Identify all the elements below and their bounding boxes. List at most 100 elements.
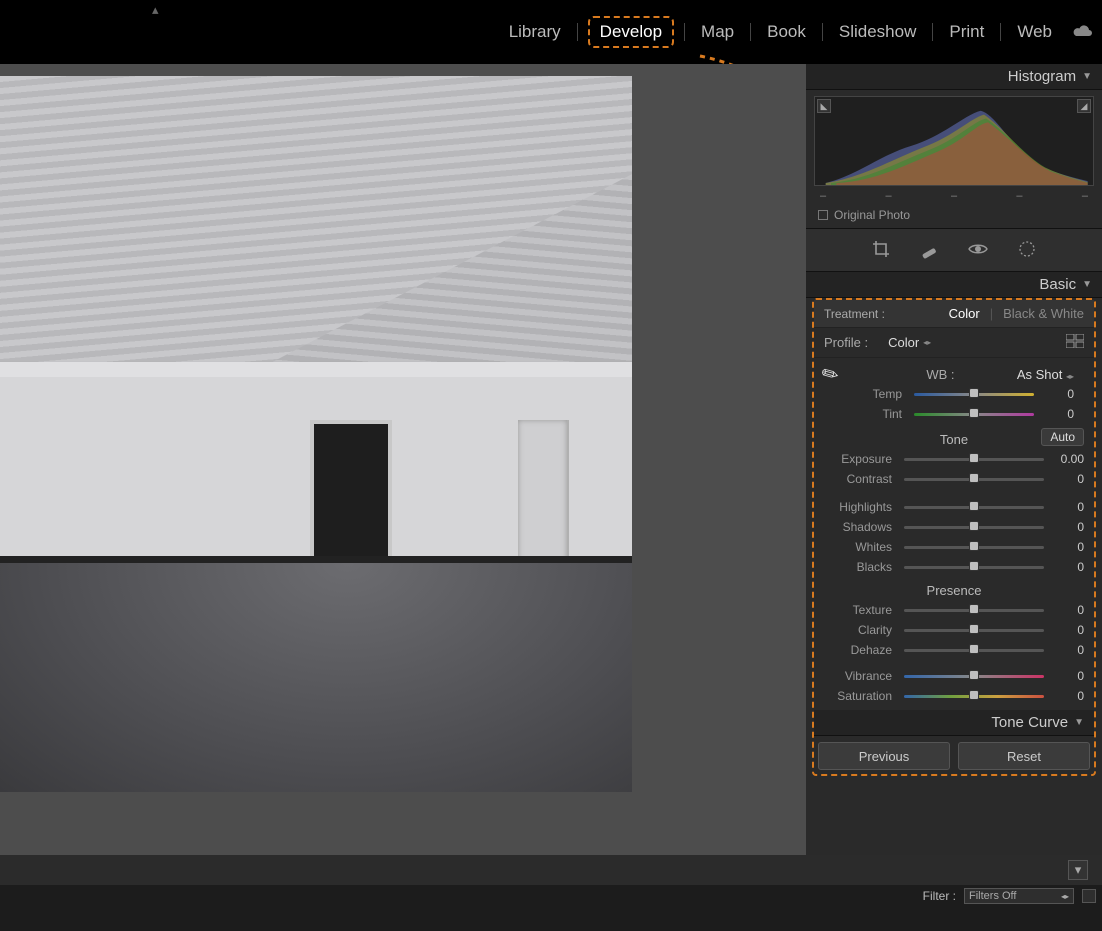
nav-sep	[932, 23, 933, 41]
whites-label: Whites	[824, 540, 898, 554]
blacks-value[interactable]: 0	[1050, 560, 1084, 574]
nav-sep	[822, 23, 823, 41]
wb-select[interactable]: As Shot ◂▸	[1017, 367, 1074, 382]
exposure-value[interactable]: 0.00	[1050, 452, 1084, 466]
contrast-label: Contrast	[824, 472, 898, 486]
blacks-slider[interactable]	[904, 560, 1044, 574]
dehaze-value[interactable]: 0	[1050, 643, 1084, 657]
spot-removal-icon[interactable]	[919, 239, 939, 262]
whites-value[interactable]: 0	[1050, 540, 1084, 554]
crop-tool-icon[interactable]	[871, 239, 891, 262]
tone-header: Tone Auto	[814, 426, 1094, 449]
nav-map[interactable]: Map	[695, 16, 740, 48]
clarity-value[interactable]: 0	[1050, 623, 1084, 637]
basic-panel: Treatment : Color | Black & White Profil…	[812, 298, 1096, 776]
shadow-clip-icon[interactable]: ◣	[817, 99, 831, 113]
filmstrip-footer: ▾ Filter : Filters Off◂▸	[0, 855, 1102, 931]
tonecurve-header[interactable]: Tone Curve ▼	[814, 710, 1094, 736]
top-nav: ▴ Library Develop Map Book Slideshow Pri…	[0, 0, 1102, 64]
dehaze-slider[interactable]	[904, 643, 1044, 657]
treatment-color[interactable]: Color	[949, 306, 980, 321]
filter-label: Filter :	[923, 889, 956, 903]
vibrance-label: Vibrance	[824, 669, 898, 683]
nav-web[interactable]: Web	[1011, 16, 1058, 48]
shadows-label: Shadows	[824, 520, 898, 534]
highlights-slider[interactable]	[904, 500, 1044, 514]
profile-browser-icon[interactable]	[1066, 334, 1084, 351]
contrast-slider[interactable]	[904, 472, 1044, 486]
cloud-sync-icon[interactable]	[1072, 23, 1094, 42]
disclosure-icon: ▼	[1074, 717, 1084, 728]
preview-image	[0, 76, 632, 792]
histogram-display[interactable]: ◣ ◢	[814, 96, 1094, 186]
histogram-header[interactable]: Histogram ▼	[806, 64, 1102, 90]
highlight-clip-icon[interactable]: ◢	[1077, 99, 1091, 113]
clarity-slider[interactable]	[904, 623, 1044, 637]
tonecurve-title: Tone Curve	[991, 714, 1068, 731]
filter-lock-icon[interactable]	[1082, 889, 1096, 903]
filter-select[interactable]: Filters Off◂▸	[964, 888, 1074, 904]
profile-select[interactable]: Color◂▸	[888, 335, 931, 350]
treatment-bw[interactable]: Black & White	[1003, 306, 1084, 321]
whites-slider[interactable]	[904, 540, 1044, 554]
histogram-ticks: –– –– –	[820, 190, 1088, 202]
wb-label: WB :	[864, 367, 1017, 382]
exposure-slider[interactable]	[904, 452, 1044, 466]
nav-print[interactable]: Print	[943, 16, 990, 48]
treatment-row: Treatment : Color | Black & White	[814, 300, 1094, 328]
auto-button[interactable]: Auto	[1041, 428, 1084, 446]
tint-slider[interactable]	[914, 407, 1034, 421]
texture-value[interactable]: 0	[1050, 603, 1084, 617]
image-viewer[interactable]	[0, 64, 806, 855]
basic-header[interactable]: Basic ▼	[806, 272, 1102, 298]
saturation-label: Saturation	[824, 689, 898, 703]
vibrance-value[interactable]: 0	[1050, 669, 1084, 683]
highlights-value[interactable]: 0	[1050, 500, 1084, 514]
highlights-label: Highlights	[824, 500, 898, 514]
exposure-label: Exposure	[824, 452, 898, 466]
nav-sep	[1000, 23, 1001, 41]
dehaze-label: Dehaze	[824, 643, 898, 657]
wb-block: ✎ WB : As Shot ◂▸ Temp 0 Tint 0	[814, 358, 1094, 426]
main-area: Histogram ▼ ◣ ◢ –– –– – Original Photo	[0, 64, 1102, 855]
blacks-label: Blacks	[824, 560, 898, 574]
texture-label: Texture	[824, 603, 898, 617]
vibrance-slider[interactable]	[904, 669, 1044, 683]
temp-slider[interactable]	[914, 387, 1034, 401]
disclosure-icon: ▼	[1082, 71, 1092, 82]
presence-header: Presence	[814, 577, 1094, 600]
redeye-tool-icon[interactable]	[967, 239, 989, 262]
temp-label: Temp	[834, 387, 908, 401]
original-label: Original Photo	[834, 208, 910, 222]
basic-title: Basic	[1039, 276, 1076, 293]
nav-book[interactable]: Book	[761, 16, 812, 48]
nav-develop[interactable]: Develop	[588, 16, 674, 48]
profile-label: Profile :	[824, 335, 868, 350]
nav-library[interactable]: Library	[503, 16, 567, 48]
nav-sep	[577, 23, 578, 41]
reset-button[interactable]: Reset	[958, 742, 1090, 770]
original-checkbox[interactable]	[818, 210, 828, 220]
contrast-value[interactable]: 0	[1050, 472, 1084, 486]
toolbar-dropdown-icon[interactable]: ▾	[1068, 860, 1088, 880]
tint-value[interactable]: 0	[1040, 407, 1074, 421]
toolstrip	[806, 228, 1102, 272]
temp-value[interactable]: 0	[1040, 387, 1074, 401]
nav-sep	[750, 23, 751, 41]
tint-label: Tint	[834, 407, 908, 421]
nav-slideshow[interactable]: Slideshow	[833, 16, 923, 48]
saturation-value[interactable]: 0	[1050, 689, 1084, 703]
texture-slider[interactable]	[904, 603, 1044, 617]
saturation-slider[interactable]	[904, 689, 1044, 703]
disclosure-icon: ▼	[1082, 279, 1092, 290]
original-photo-row[interactable]: Original Photo	[818, 208, 1090, 222]
shadows-value[interactable]: 0	[1050, 520, 1084, 534]
collapse-arrow-icon[interactable]: ▴	[152, 2, 159, 18]
previous-button[interactable]: Previous	[818, 742, 950, 770]
nav-sep	[684, 23, 685, 41]
clarity-label: Clarity	[824, 623, 898, 637]
shadows-slider[interactable]	[904, 520, 1044, 534]
treatment-label: Treatment :	[824, 307, 885, 321]
masking-tool-icon[interactable]	[1017, 239, 1037, 262]
right-panel: Histogram ▼ ◣ ◢ –– –– – Original Photo	[806, 64, 1102, 855]
